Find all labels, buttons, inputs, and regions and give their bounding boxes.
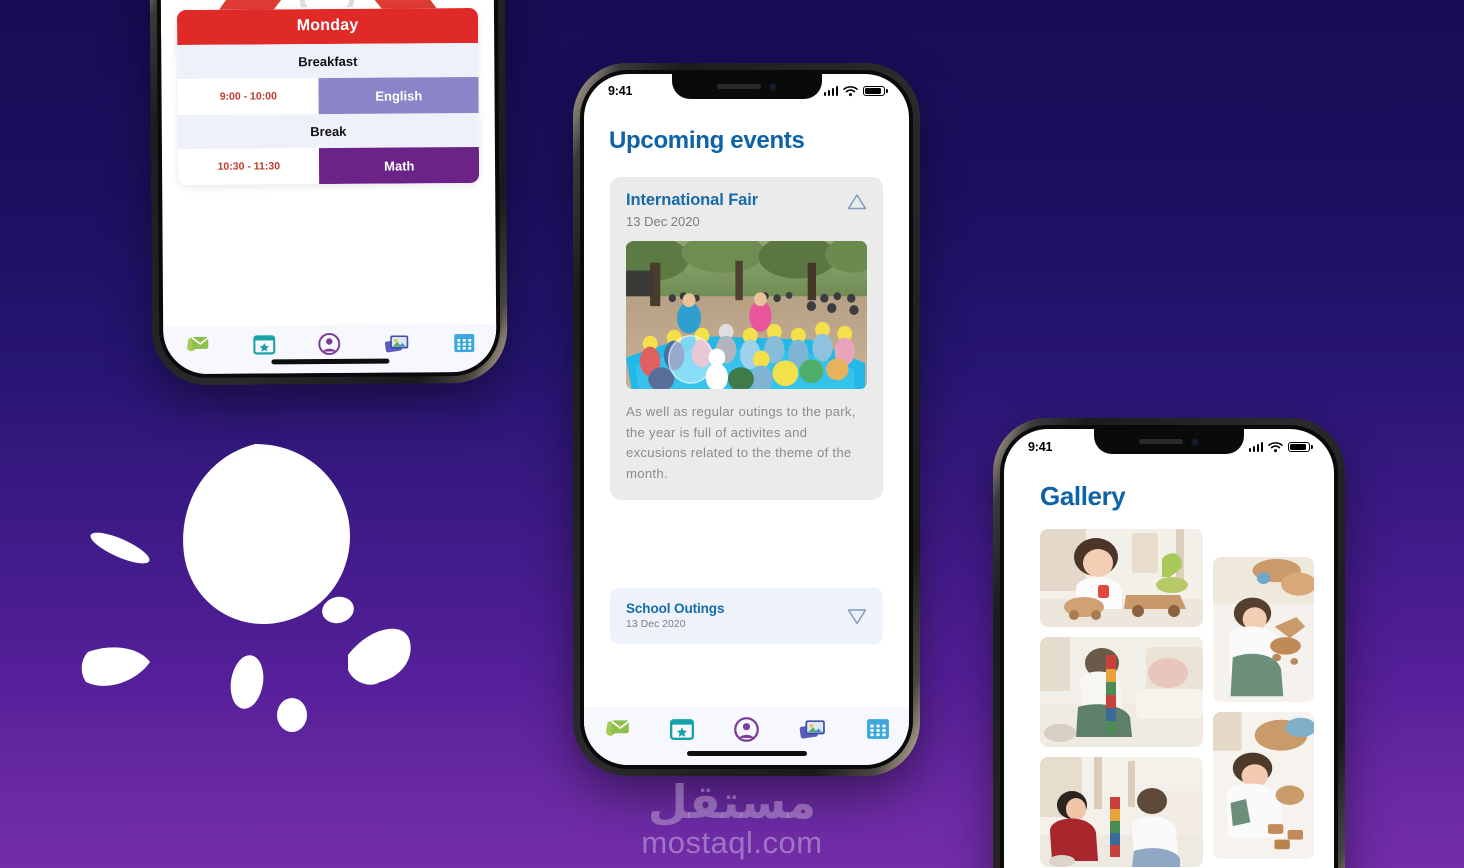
calendar-star-icon (670, 719, 695, 741)
schedule-screen: Monday Breakfast 9:00 - 10:00 English Br… (160, 0, 497, 375)
events-screen: 9:41 Upcoming events International Fair … (584, 74, 909, 765)
event-heading-block: School Outings 13 Dec 2020 (626, 601, 724, 630)
event-date: 13 Dec 2020 (626, 618, 686, 630)
speaker-grille (716, 84, 761, 89)
schedule-day-header: Monday (176, 7, 479, 46)
status-time: 9:41 (1028, 440, 1053, 454)
schedule-lesson-row[interactable]: 10:30 - 11:30 Math (177, 146, 480, 186)
notch (1094, 429, 1244, 454)
phone-gallery: 9:41 Gallery (993, 418, 1345, 868)
phone-bezel: 9:41 Gallery (1000, 425, 1338, 868)
lesson-subject[interactable]: English (318, 76, 479, 115)
phone-bezel: 9:41 Upcoming events International Fair … (580, 70, 913, 769)
schedule-note-label: Break (310, 123, 347, 139)
tab-gallery[interactable] (384, 332, 410, 354)
home-indicator (686, 751, 807, 756)
calendar-grid-icon (866, 719, 889, 739)
tab-events[interactable] (253, 333, 276, 355)
triangle-up-icon[interactable] (847, 193, 867, 210)
status-icons (823, 85, 885, 97)
gallery-tile[interactable] (1040, 637, 1203, 747)
page-title: Gallery (1040, 481, 1126, 511)
signal-icon (1248, 442, 1263, 452)
toddler-with-wooden-toys-photo (1040, 529, 1203, 627)
park-picnic-photo (626, 241, 867, 389)
battery-icon (1288, 441, 1310, 453)
bottom-tab-bar (584, 707, 909, 765)
wifi-icon (843, 86, 858, 97)
bottom-tab-bar (163, 323, 497, 375)
home-indicator (270, 358, 389, 365)
phone-events: 9:41 Upcoming events International Fair … (573, 63, 920, 776)
gallery-grid (1040, 529, 1314, 868)
lesson-time: 10:30 - 11:30 (177, 148, 320, 186)
gallery-tile[interactable] (1213, 712, 1314, 859)
battery-icon (863, 85, 885, 97)
front-camera (1191, 437, 1199, 446)
phone-bezel: Monday Breakfast 9:00 - 10:00 English Br… (156, 0, 501, 379)
gallery-column-left (1040, 529, 1203, 868)
event-card-header: International Fair 13 Dec 2020 (626, 191, 867, 229)
event-name: International Fair (626, 191, 759, 209)
calendar-grid-icon (453, 334, 475, 353)
tab-events[interactable] (670, 717, 695, 741)
child-stacking-blocks-photo (1040, 637, 1203, 747)
tab-schedule[interactable] (866, 717, 890, 741)
gallery-tile[interactable] (1040, 757, 1203, 867)
child-with-wooden-blocks-photo (1213, 712, 1314, 859)
speaker-grille (1139, 439, 1183, 444)
tab-profile[interactable] (733, 716, 760, 743)
mail-phone-icon (606, 720, 630, 736)
notch (671, 74, 822, 99)
gallery-column-right (1213, 529, 1314, 868)
signal-icon (823, 86, 838, 96)
mascot-splash-graphic (81, 444, 411, 732)
phone-schedule: Monday Breakfast 9:00 - 10:00 English Br… (149, 0, 508, 386)
lesson-subject[interactable]: Math (319, 146, 480, 185)
page-title: Upcoming events (609, 127, 805, 154)
gallery-icon (799, 720, 825, 739)
gallery-icon (385, 335, 409, 353)
tab-profile[interactable] (318, 332, 342, 356)
schedule-note-row: Breakfast (177, 42, 479, 80)
profile-icon (734, 716, 759, 742)
gallery-tile[interactable] (1040, 529, 1203, 627)
event-description: As well as regular outings to the park, … (626, 404, 856, 481)
showcase-stage: Monday Breakfast 9:00 - 10:00 English Br… (0, 0, 1464, 868)
tab-gallery[interactable] (799, 717, 827, 741)
event-card-expanded[interactable]: International Fair 13 Dec 2020 As well a… (610, 177, 883, 501)
mail-phone-icon (187, 336, 210, 352)
gallery-tile[interactable] (1213, 557, 1314, 703)
event-photo[interactable] (626, 241, 867, 389)
wifi-icon (1268, 442, 1283, 453)
schedule-note-row: Break (177, 112, 479, 150)
triangle-down-icon[interactable] (847, 608, 867, 625)
profile-icon (318, 332, 341, 355)
status-time: 9:41 (608, 84, 633, 98)
schedule-lesson-row[interactable]: 9:00 - 10:00 English (177, 76, 479, 116)
tab-contact[interactable] (185, 334, 211, 356)
schedule-card: Monday Breakfast 9:00 - 10:00 English Br… (176, 7, 480, 186)
event-name: School Outings (626, 601, 725, 616)
tab-schedule[interactable] (453, 332, 475, 354)
girl-reaching-for-toy-photo (1213, 557, 1314, 703)
event-heading-block: International Fair 13 Dec 2020 (626, 191, 758, 229)
schedule-note-label: Breakfast (298, 53, 358, 69)
calendar-star-icon (253, 335, 276, 355)
front-camera (768, 82, 777, 91)
status-icons (1248, 441, 1310, 453)
gallery-screen: 9:41 Gallery (1004, 429, 1334, 868)
two-children-playing-photo (1040, 757, 1203, 867)
tab-contact[interactable] (603, 717, 631, 741)
event-date: 13 Dec 2020 (626, 214, 700, 229)
lesson-time: 9:00 - 10:00 (177, 78, 320, 116)
event-card-collapsed[interactable]: School Outings 13 Dec 2020 (610, 588, 883, 644)
